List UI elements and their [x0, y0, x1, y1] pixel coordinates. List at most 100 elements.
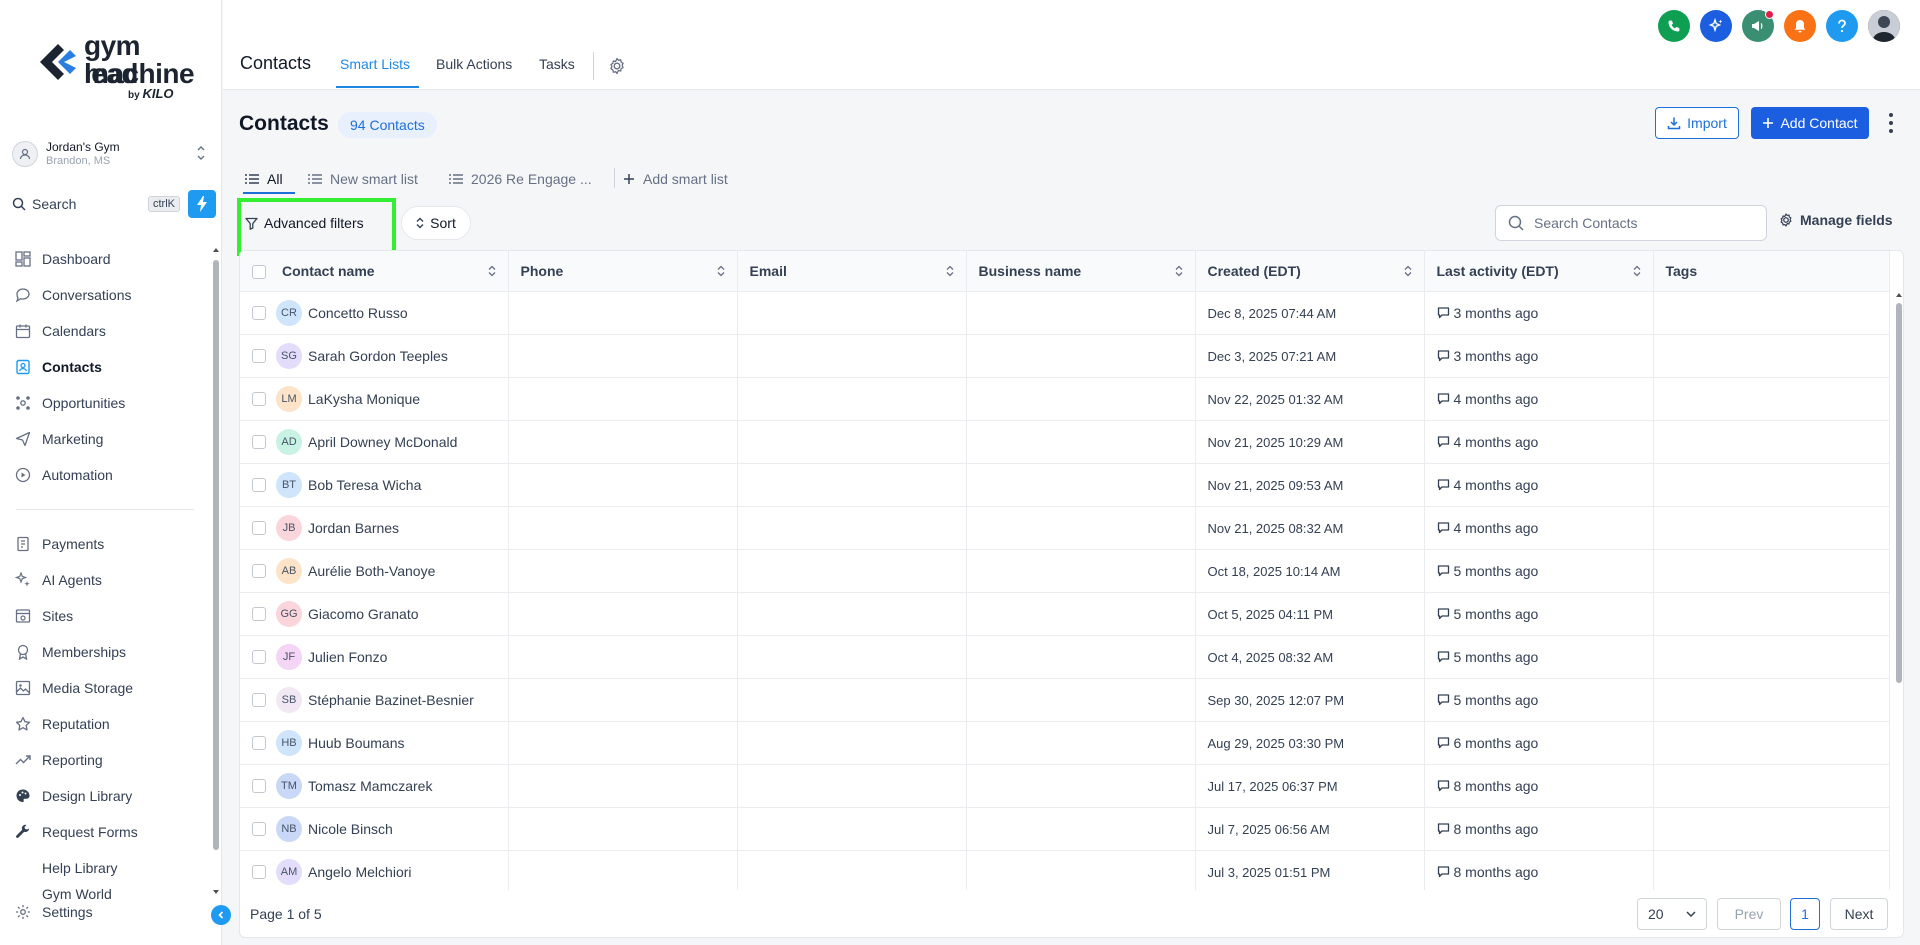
prev-page-button[interactable]: Prev	[1717, 898, 1781, 930]
contact-name[interactable]: April Downey McDonald	[308, 434, 457, 450]
page-1-button[interactable]: 1	[1790, 898, 1820, 930]
announcements-button[interactable]	[1742, 10, 1774, 42]
row-checkbox[interactable]	[252, 391, 266, 406]
column-header-contact-name[interactable]: Contact name	[240, 251, 509, 292]
contact-name-cell[interactable]: AD April Downey McDonald	[240, 420, 509, 464]
phone-cell[interactable]	[508, 334, 738, 378]
tags-cell[interactable]	[1653, 592, 1890, 636]
smart-list-tab-new[interactable]: New smart list	[308, 164, 418, 194]
row-checkbox[interactable]	[252, 821, 266, 836]
scroll-down-icon[interactable]	[212, 888, 220, 896]
table-row[interactable]: AM Angelo Melchiori Jul 3, 2025 01:51 PM 8 …	[240, 850, 1890, 894]
row-checkbox[interactable]	[252, 348, 266, 363]
email-cell[interactable]	[737, 506, 967, 550]
search-contacts-input[interactable]	[1534, 215, 1754, 231]
email-cell[interactable]	[737, 850, 967, 894]
business-name-cell[interactable]	[966, 592, 1196, 636]
notifications-button[interactable]	[1784, 10, 1816, 42]
row-checkbox[interactable]	[252, 864, 266, 879]
nav-item-design-library[interactable]: Design Library	[14, 778, 214, 814]
nav-item-contacts[interactable]: Contacts	[14, 349, 214, 385]
contact-name[interactable]: Huub Boumans	[308, 735, 405, 751]
phone-cell[interactable]	[508, 721, 738, 765]
tags-cell[interactable]	[1653, 764, 1890, 808]
add-contact-button[interactable]: Add Contact	[1751, 107, 1869, 139]
nav-item-conversations[interactable]: Conversations	[14, 277, 214, 313]
advanced-filters-button[interactable]: Advanced filters	[245, 208, 364, 238]
tags-cell[interactable]	[1653, 807, 1890, 851]
business-name-cell[interactable]	[966, 549, 1196, 593]
sidebar-scrollbar[interactable]	[212, 246, 220, 896]
business-name-cell[interactable]	[966, 420, 1196, 464]
scroll-up-icon[interactable]	[1895, 291, 1903, 299]
table-row[interactable]: SB Stéphanie Bazinet-Besnier Sep 30, 2025 …	[240, 678, 1890, 722]
table-row[interactable]: JF Julien Fonzo Oct 4, 2025 08:32 AM 5 mont…	[240, 635, 1890, 679]
row-checkbox[interactable]	[252, 778, 266, 793]
phone-cell[interactable]	[508, 549, 738, 593]
phone-button[interactable]	[1658, 10, 1690, 42]
contact-name[interactable]: Sarah Gordon Teeples	[308, 348, 448, 364]
quick-actions-button[interactable]	[188, 190, 216, 218]
column-header-created[interactable]: Created (EDT)	[1195, 251, 1425, 292]
sort-arrows-icon[interactable]	[946, 265, 954, 277]
nav-item-sites[interactable]: Sites	[14, 598, 214, 634]
column-header-phone[interactable]: Phone	[508, 251, 738, 292]
nav-item-ai-agents[interactable]: AI Agents	[14, 562, 214, 598]
contact-name-cell[interactable]: HB Huub Boumans	[240, 721, 509, 765]
nav-item-marketing[interactable]: Marketing	[14, 421, 214, 457]
row-checkbox[interactable]	[252, 735, 266, 750]
row-checkbox[interactable]	[252, 606, 266, 621]
contact-name[interactable]: Angelo Melchiori	[308, 864, 412, 880]
user-avatar[interactable]	[1868, 10, 1900, 42]
nav-item-request-forms[interactable]: Request Forms	[14, 814, 214, 850]
table-row[interactable]: JB Jordan Barnes Nov 21, 2025 08:32 AM 4 mo…	[240, 506, 1890, 550]
tags-cell[interactable]	[1653, 850, 1890, 894]
contact-name[interactable]: Jordan Barnes	[308, 520, 399, 536]
contact-name[interactable]: Stéphanie Bazinet-Besnier	[308, 692, 474, 708]
nav-item-reputation[interactable]: Reputation	[14, 706, 214, 742]
tab-tasks[interactable]: Tasks	[539, 56, 575, 72]
nav-item-reporting[interactable]: Reporting	[14, 742, 214, 778]
sort-arrows-icon[interactable]	[1404, 265, 1412, 277]
contact-name-cell[interactable]: SB Stéphanie Bazinet-Besnier	[240, 678, 509, 722]
select-all-checkbox[interactable]	[252, 264, 266, 279]
more-options-button[interactable]	[1887, 110, 1895, 136]
collapse-sidebar-button[interactable]	[211, 905, 231, 925]
contact-name-cell[interactable]: JB Jordan Barnes	[240, 506, 509, 550]
nav-item-opportunities[interactable]: Opportunities	[14, 385, 214, 421]
nav-item-dashboard[interactable]: Dashboard	[14, 241, 214, 277]
ai-assistant-button[interactable]	[1700, 10, 1732, 42]
business-name-cell[interactable]	[966, 506, 1196, 550]
row-checkbox[interactable]	[252, 649, 266, 664]
contact-name-cell[interactable]: BT Bob Teresa Wicha	[240, 463, 509, 507]
smart-list-tab-all[interactable]: All	[245, 164, 283, 194]
email-cell[interactable]	[737, 334, 967, 378]
business-name-cell[interactable]	[966, 721, 1196, 765]
account-switcher[interactable]: Jordan's Gym Brandon, MS	[12, 136, 210, 172]
business-name-cell[interactable]	[966, 850, 1196, 894]
next-page-button[interactable]: Next	[1830, 898, 1888, 930]
nav-item-help-library[interactable]: Help Library	[14, 850, 214, 886]
email-cell[interactable]	[737, 807, 967, 851]
contact-name-cell[interactable]: LM LaKysha Monique	[240, 377, 509, 421]
phone-cell[interactable]	[508, 463, 738, 507]
table-row[interactable]: LM LaKysha Monique Nov 22, 2025 01:32 AM 4 …	[240, 377, 1890, 421]
help-button[interactable]	[1826, 10, 1858, 42]
tags-cell[interactable]	[1653, 635, 1890, 679]
tags-cell[interactable]	[1653, 549, 1890, 593]
email-cell[interactable]	[737, 635, 967, 679]
table-row[interactable]: HB Huub Boumans Aug 29, 2025 03:30 PM 6 mon…	[240, 721, 1890, 765]
nav-item-memberships[interactable]: Memberships	[14, 634, 214, 670]
email-cell[interactable]	[737, 377, 967, 421]
smart-list-tab-reengage[interactable]: 2026 Re Engage ...	[449, 164, 592, 194]
sidebar-scroll-thumb[interactable]	[213, 260, 219, 850]
email-cell[interactable]	[737, 764, 967, 808]
table-row[interactable]: NB Nicole Binsch Jul 7, 2025 06:56 AM 8 mon…	[240, 807, 1890, 851]
contact-name[interactable]: Giacomo Granato	[308, 606, 419, 622]
sort-arrows-icon[interactable]	[1175, 265, 1183, 277]
email-cell[interactable]	[737, 678, 967, 722]
email-cell[interactable]	[737, 721, 967, 765]
contact-name-cell[interactable]: TM Tomasz Mamczarek	[240, 764, 509, 808]
tab-bulk-actions[interactable]: Bulk Actions	[436, 56, 512, 72]
row-checkbox[interactable]	[252, 563, 266, 578]
